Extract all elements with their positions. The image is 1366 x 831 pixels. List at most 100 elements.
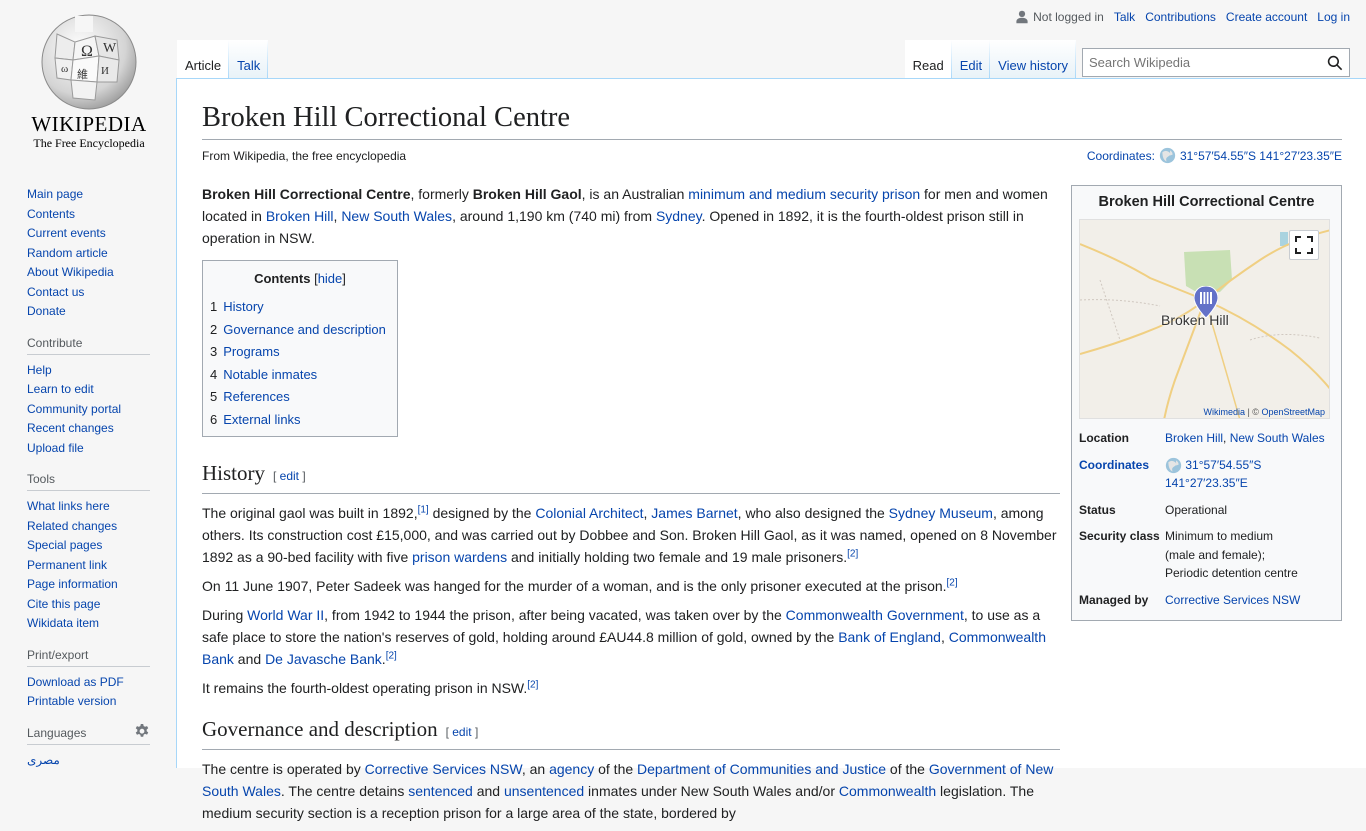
sidebar-item-help[interactable]: Help xyxy=(27,363,52,377)
link-sentenced[interactable]: sentenced xyxy=(408,783,473,799)
coordinates-latitude[interactable]: 31°57′54.55″S xyxy=(1185,458,1261,472)
link-new-south-wales[interactable]: New South Wales xyxy=(341,208,452,224)
create-account-link[interactable]: Create account xyxy=(1226,10,1307,24)
toc-num: 1 xyxy=(210,299,218,314)
sidebar-item-donate[interactable]: Donate xyxy=(27,304,66,318)
toc-item[interactable]: 1 History xyxy=(210,296,390,319)
globe-icon[interactable] xyxy=(1159,147,1176,164)
link-corrective-services[interactable]: Corrective Services NSW xyxy=(1165,593,1300,607)
toc-link-notable-inmates[interactable]: Notable inmates xyxy=(223,367,317,382)
toc-link-references[interactable]: References xyxy=(223,389,289,404)
tab-talk[interactable]: Talk xyxy=(229,40,268,80)
reference-2[interactable]: [2] xyxy=(527,679,538,690)
tab-article[interactable]: Article xyxy=(177,40,229,80)
sidebar-item-about[interactable]: About Wikipedia xyxy=(27,265,114,279)
toc-item[interactable]: 4 Notable inmates xyxy=(210,364,390,387)
sidebar-item-current-events[interactable]: Current events xyxy=(27,226,106,240)
reference-1[interactable]: [1] xyxy=(418,504,429,515)
infobox-table: Location Broken Hill, New South Wales Co… xyxy=(1079,425,1334,613)
link-new-south-wales[interactable]: New South Wales xyxy=(1230,431,1325,445)
wikipedia-logo[interactable]: Ω W 維 И ω WIKIPEDIA The Free Encyclopedi… xyxy=(26,12,152,162)
fullscreen-button[interactable] xyxy=(1289,230,1319,260)
search-input[interactable] xyxy=(1083,49,1313,76)
toc-item[interactable]: 5 References xyxy=(210,386,390,409)
sidebar-item-special-pages[interactable]: Special pages xyxy=(27,538,102,552)
toc-title: Contents [hide] xyxy=(254,271,346,286)
search-icon[interactable] xyxy=(1327,55,1343,71)
link-coordinates[interactable]: Coordinates xyxy=(1079,458,1149,472)
reference-2[interactable]: [2] xyxy=(386,650,397,661)
toc-item[interactable]: 3 Programs xyxy=(210,341,390,364)
sidebar-item-main-page[interactable]: Main page xyxy=(27,187,83,201)
sidebar-item-contents[interactable]: Contents xyxy=(27,207,75,221)
reference-2[interactable]: [2] xyxy=(947,577,958,588)
sidebar-item-community-portal[interactable]: Community portal xyxy=(27,402,121,416)
link-commonwealth[interactable]: Commonwealth xyxy=(839,783,936,799)
sidebar-item-what-links-here[interactable]: What links here xyxy=(27,499,110,513)
link-james-barnet[interactable]: James Barnet xyxy=(651,505,737,521)
toc-link-external-links[interactable]: External links xyxy=(223,412,300,427)
sidebar-item-related-changes[interactable]: Related changes xyxy=(27,519,117,533)
link-corrective-services[interactable]: Corrective Services NSW xyxy=(365,761,522,777)
coordinates-value[interactable]: 31°57′54.55″S 141°27′23.35″E xyxy=(1180,149,1342,163)
link-sydney-museum[interactable]: Sydney Museum xyxy=(889,505,993,521)
link-broken-hill[interactable]: Broken Hill xyxy=(1165,431,1223,445)
reference-2[interactable]: [2] xyxy=(847,548,858,559)
toc-item[interactable]: 2 Governance and description xyxy=(210,319,390,342)
toc-link-programs[interactable]: Programs xyxy=(223,344,279,359)
link-broken-hill[interactable]: Broken Hill xyxy=(266,208,334,224)
sidebar-item-wikidata[interactable]: Wikidata item xyxy=(27,616,99,630)
text: inmates under New South Wales and/or xyxy=(584,783,839,799)
personal-talk-link[interactable]: Talk xyxy=(1114,10,1135,24)
history-paragraph-2: On 11 June 1907, Peter Sadeek was hanged… xyxy=(202,575,1060,597)
coordinates-longitude[interactable]: 141°27′23.35″E xyxy=(1165,476,1248,490)
infobox-row-coordinates: Coordinates 31°57′54.55″S 141°27′23.35″E xyxy=(1079,452,1334,497)
location-map[interactable]: Broken Hill Wikimedia | © OpenStreetMap xyxy=(1079,219,1330,419)
link-de-javasche-bank[interactable]: De Javasche Bank xyxy=(265,651,382,667)
text: , an xyxy=(521,761,550,777)
attribution-wikimedia-link[interactable]: Wikimedia xyxy=(1203,407,1245,417)
attribution-osm-link[interactable]: OpenStreetMap xyxy=(1261,407,1325,417)
tab-read[interactable]: Read xyxy=(905,40,952,80)
edit-section-governance[interactable]: edit xyxy=(452,725,471,739)
sidebar-item-page-information[interactable]: Page information xyxy=(27,577,118,591)
coordinates-label[interactable]: Coordinates: xyxy=(1087,149,1155,163)
log-in-link[interactable]: Log in xyxy=(1317,10,1350,24)
sidebar-item-printable-version[interactable]: Printable version xyxy=(27,694,116,708)
view-tabs: Read Edit View history xyxy=(905,40,1076,80)
toc-item[interactable]: 6 External links xyxy=(210,409,390,432)
sidebar-item-recent-changes[interactable]: Recent changes xyxy=(27,421,114,435)
tab-edit[interactable]: Edit xyxy=(952,40,990,80)
link-unsentenced[interactable]: unsentenced xyxy=(504,783,584,799)
globe-icon[interactable] xyxy=(1165,457,1182,474)
tab-view-history[interactable]: View history xyxy=(990,40,1076,80)
sidebar-item-download-pdf[interactable]: Download as PDF xyxy=(27,675,124,689)
gear-icon[interactable] xyxy=(134,723,150,740)
infobox-value: 31°57′54.55″S 141°27′23.35″E xyxy=(1165,452,1334,497)
toc-hide-link[interactable]: hide xyxy=(318,271,343,286)
link-prison-wardens[interactable]: prison wardens xyxy=(412,549,507,565)
link-world-war-ii[interactable]: World War II xyxy=(247,607,324,623)
link-commonwealth-government[interactable]: Commonwealth Government xyxy=(786,607,964,623)
sidebar-item-upload-file[interactable]: Upload file xyxy=(27,441,84,455)
sidebar-item-contact[interactable]: Contact us xyxy=(27,285,84,299)
sidebar-item-cite-page[interactable]: Cite this page xyxy=(27,597,100,611)
personal-contributions-link[interactable]: Contributions xyxy=(1145,10,1216,24)
sidebar-item-learn-to-edit[interactable]: Learn to edit xyxy=(27,382,94,396)
text: , around 1,190 km (740 mi) from xyxy=(452,208,656,224)
sidebar-item-language-arz[interactable]: مصرى xyxy=(27,753,60,767)
link-bank-of-england[interactable]: Bank of England xyxy=(838,629,941,645)
link-sydney[interactable]: Sydney xyxy=(656,208,702,224)
link-department-communities-justice[interactable]: Department of Communities and Justice xyxy=(637,761,886,777)
svg-text:Ω: Ω xyxy=(81,43,93,60)
link-colonial-architect[interactable]: Colonial Architect xyxy=(535,505,643,521)
toc-link-governance[interactable]: Governance and description xyxy=(223,322,386,337)
sidebar-item-permanent-link[interactable]: Permanent link xyxy=(27,558,107,572)
toc-link-history[interactable]: History xyxy=(223,299,263,314)
link-security-prison[interactable]: minimum and medium security prison xyxy=(688,186,920,202)
coordinates-header: Coordinates: 31°57′54.55″S 141°27′23.35″… xyxy=(1087,147,1342,164)
text: , who also designed the xyxy=(737,505,889,521)
sidebar-item-random-article[interactable]: Random article xyxy=(27,246,108,260)
link-agency[interactable]: agency xyxy=(549,761,594,777)
edit-section-history[interactable]: edit xyxy=(280,469,299,483)
